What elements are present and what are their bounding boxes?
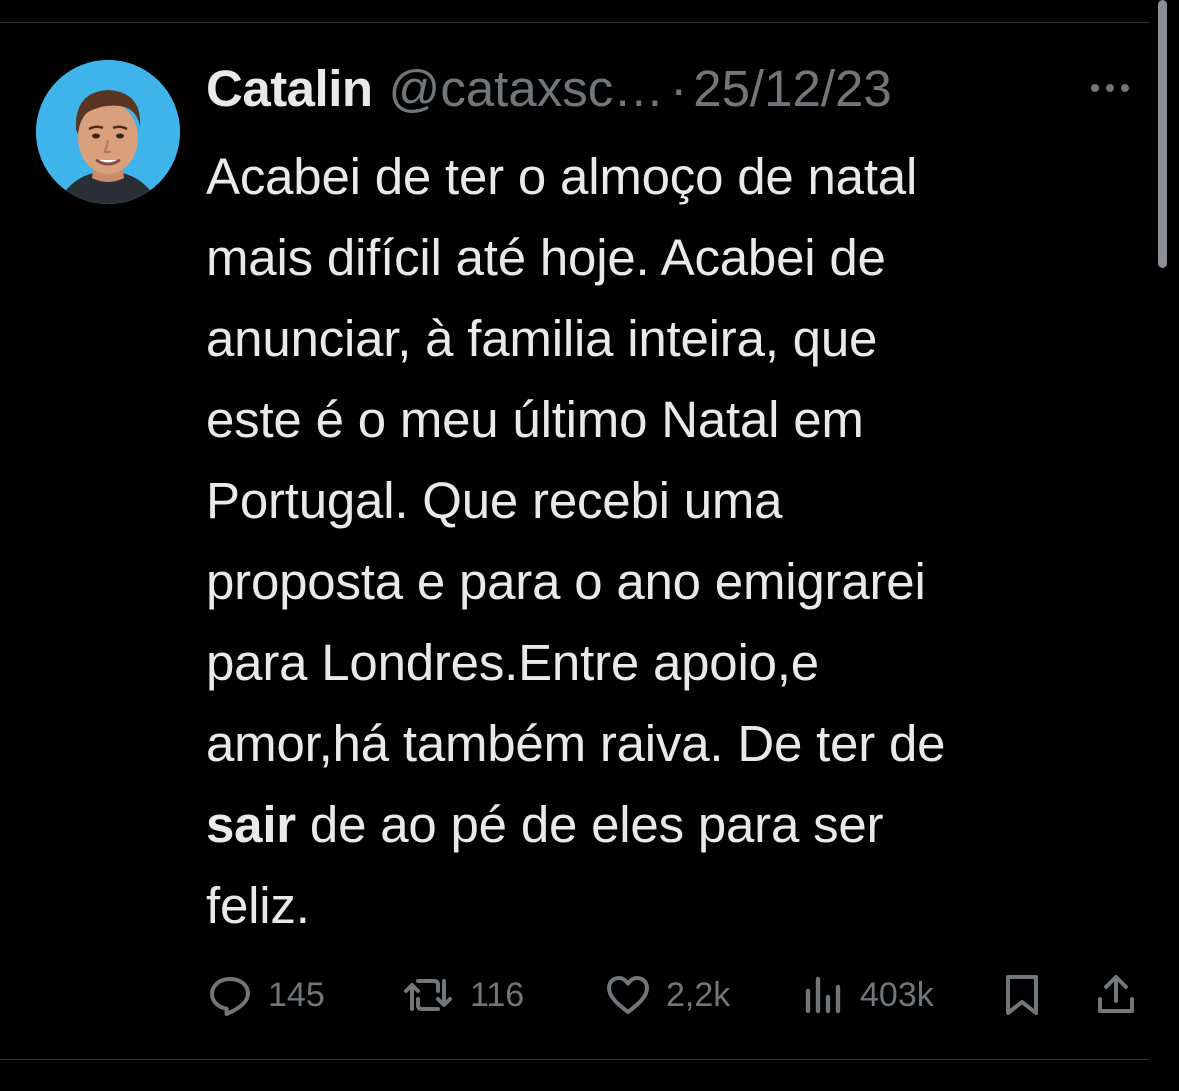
reply-icon [210, 977, 250, 1016]
ellipsis-icon [1091, 84, 1129, 92]
avatar[interactable] [36, 60, 180, 204]
tweet-text-line: para Londres.Entre apoio,e [206, 634, 819, 691]
heart-icon [607, 976, 649, 1014]
tweet-date[interactable]: 25/12/23 [693, 59, 892, 118]
tweet-text-line: Portugal. Que recebi uma [206, 472, 783, 529]
reply-count: 145 [268, 975, 325, 1014]
bookmark-icon [1006, 975, 1038, 1015]
bottom-divider [0, 1059, 1150, 1060]
tweet-text: Acabei de ter o almoço de natal mais dif… [206, 136, 1146, 946]
retweet-icon [404, 979, 452, 1011]
user-handle[interactable]: @cataxsc… [389, 59, 665, 118]
share-button[interactable] [1092, 960, 1140, 1030]
more-button[interactable] [1082, 68, 1138, 108]
retweet-button[interactable]: 116 [400, 960, 524, 1030]
tweet-text-line: sair de ao pé de eles para ser [206, 784, 1146, 865]
retweet-count: 116 [470, 975, 525, 1014]
scrollbar-thumb[interactable] [1158, 0, 1167, 268]
tweet-text-line: amor,há também raiva. De ter de [206, 715, 946, 772]
action-bar: 145 116 2,2k 403k [0, 960, 1179, 1030]
profile-photo-icon [36, 60, 180, 204]
views-icon [805, 976, 841, 1014]
tweet-text-line: mais difícil até hoje. Acabei de [206, 229, 886, 286]
tweet-header: Catalin @cataxsc… · 25/12/23 [206, 56, 1106, 120]
tweet-page: Catalin @cataxsc… · 25/12/23 Acabei de t… [0, 0, 1179, 1091]
bookmark-button[interactable] [998, 960, 1046, 1030]
tweet-text-fragment: de ao pé de eles para ser [295, 796, 884, 853]
tweet-text-line: anunciar, à familia inteira, que [206, 310, 878, 367]
tweet-text-line: este é o meu último Natal em [206, 391, 864, 448]
tweet-text-line: Acabei de ter o almoço de natal [206, 148, 918, 205]
share-icon [1098, 975, 1134, 1013]
views-button[interactable]: 403k [802, 960, 934, 1030]
top-divider [0, 22, 1150, 23]
reply-button[interactable]: 145 [206, 960, 325, 1030]
like-button[interactable]: 2,2k [604, 960, 730, 1030]
bold-word: sair [206, 796, 296, 853]
separator-dot: · [670, 59, 688, 117]
display-name[interactable]: Catalin [206, 59, 373, 118]
tweet-text-line: proposta e para o ano emigrarei [206, 553, 926, 610]
tweet-text-line: feliz. [206, 877, 310, 934]
like-count: 2,2k [666, 975, 731, 1014]
views-count: 403k [860, 975, 934, 1014]
